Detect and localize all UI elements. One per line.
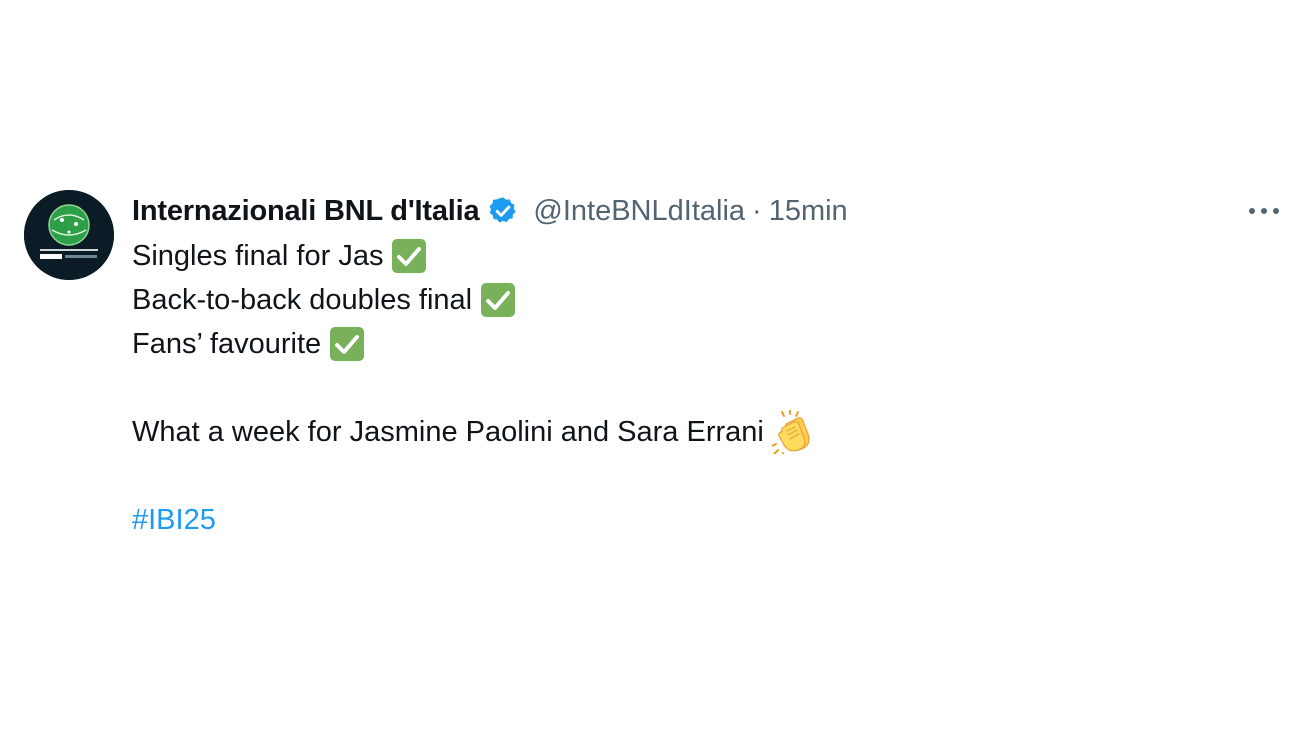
- tweet-line-text: Singles final for Jas: [132, 240, 384, 272]
- tweet-closing-line: What a week for Jasmine Paolini and Sara…: [132, 410, 1212, 454]
- timestamp[interactable]: 15min: [769, 195, 848, 228]
- more-options-button[interactable]: [1244, 196, 1284, 226]
- tweet-line-text: Fans’ favourite: [132, 328, 322, 360]
- tournament-logo-icon: [24, 190, 114, 280]
- check-mark-icon: [480, 282, 516, 318]
- avatar[interactable]: [24, 190, 114, 280]
- tweet-line: Fans’ favourite: [132, 322, 1212, 366]
- tweet-closing-text: What a week for Jasmine Paolini and Sara…: [132, 416, 764, 448]
- tweet-line: Singles final for Jas: [132, 234, 1212, 278]
- verified-badge-icon[interactable]: [487, 195, 519, 227]
- check-mark-icon: [391, 238, 427, 274]
- more-dots-icon: [1249, 208, 1279, 214]
- tweet-header: Internazionali BNL d'Italia @InteBNLdIta…: [132, 188, 1212, 234]
- hashtag-link[interactable]: #IBI25: [132, 498, 1212, 542]
- tweet-line-text: Back-to-back doubles final: [132, 284, 473, 316]
- tweet-card[interactable]: Internazionali BNL d'Italia @InteBNLdIta…: [22, 188, 1284, 558]
- check-mark-icon: [329, 326, 365, 362]
- display-name[interactable]: Internazionali BNL d'Italia: [132, 195, 480, 228]
- author-handle[interactable]: @InteBNLdItalia: [533, 195, 745, 228]
- tweet-line: Back-to-back doubles final: [132, 278, 1212, 322]
- clapping-hands-icon: [771, 410, 816, 454]
- separator-dot: ·: [752, 194, 762, 227]
- tweet-content: Internazionali BNL d'Italia @InteBNLdIta…: [132, 188, 1212, 542]
